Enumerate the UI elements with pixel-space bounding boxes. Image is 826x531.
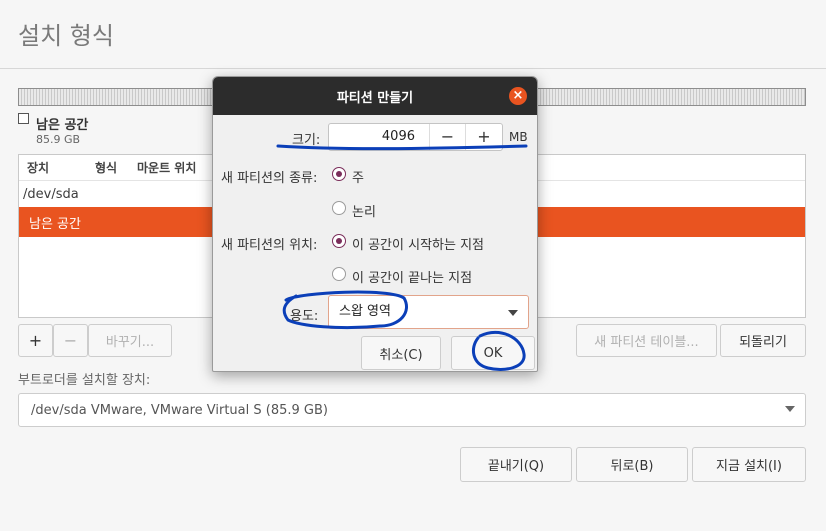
revert-button[interactable]: 되돌리기	[720, 324, 806, 357]
free-space-legend-label: 남은 공간	[36, 118, 89, 133]
radio-location-start[interactable]	[332, 234, 346, 248]
quit-button[interactable]: 끝내기(Q)	[460, 447, 572, 482]
chevron-down-icon	[785, 406, 795, 412]
remove-partition-button[interactable]: −	[53, 324, 88, 357]
increment-button[interactable]: +	[466, 124, 502, 150]
ok-button[interactable]: OK	[451, 336, 535, 370]
add-partition-button[interactable]: +	[18, 324, 53, 357]
cancel-button[interactable]: 취소(C)	[361, 336, 441, 370]
row-device: 남은 공간	[29, 216, 81, 232]
new-partition-table-button[interactable]: 새 파티션 테이블...	[576, 324, 717, 357]
column-header-type[interactable]: 형식	[95, 159, 137, 176]
radio-primary[interactable]	[332, 167, 346, 181]
dialog-title: 파티션 만들기	[336, 90, 414, 106]
radio-location-end-label: 이 공간이 끝나는 지점	[352, 271, 473, 286]
use-as-select[interactable]: 스왑 영역	[328, 295, 529, 329]
create-partition-dialog: 파티션 만들기 × 크기: 4096 − + MB 새 파티션의 종류: 주 논…	[212, 76, 538, 372]
chevron-down-icon	[508, 310, 518, 316]
column-header-device[interactable]: 장치	[27, 159, 95, 176]
decrement-button[interactable]: −	[430, 124, 466, 150]
bootloader-device-value: /dev/sda VMware, VMware Virtual S (85.9 …	[31, 402, 328, 418]
free-space-legend-swatch	[18, 113, 29, 124]
dialog-titlebar: 파티션 만들기 ×	[213, 77, 537, 115]
bootloader-label: 부트로더를 설치할 장치:	[18, 373, 151, 388]
close-icon[interactable]: ×	[509, 87, 527, 105]
radio-primary-label: 주	[352, 171, 364, 186]
size-input[interactable]: 4096	[329, 124, 430, 150]
size-unit: MB	[509, 130, 528, 144]
radio-location-start-label: 이 공간이 시작하는 지점	[352, 238, 484, 253]
row-device: /dev/sda	[23, 186, 79, 202]
partition-location-label: 새 파티션의 위치:	[221, 238, 318, 253]
size-label: 크기:	[292, 133, 321, 148]
use-as-label: 용도:	[290, 309, 319, 324]
free-space-legend-size: 85.9 GB	[36, 133, 81, 146]
size-spinbox[interactable]: 4096 − +	[328, 123, 503, 151]
change-partition-button[interactable]: 바꾸기...	[88, 324, 172, 357]
radio-location-end[interactable]	[332, 267, 346, 281]
bootloader-device-select[interactable]: /dev/sda VMware, VMware Virtual S (85.9 …	[18, 393, 806, 427]
radio-logical[interactable]	[332, 201, 346, 215]
use-as-value: 스왑 영역	[339, 304, 391, 319]
back-button[interactable]: 뒤로(B)	[576, 447, 688, 482]
radio-logical-label: 논리	[352, 205, 376, 220]
install-now-button[interactable]: 지금 설치(I)	[692, 447, 806, 482]
partition-type-label: 새 파티션의 종류:	[221, 171, 318, 186]
title-divider	[0, 68, 826, 69]
page-title: 설치 형식	[18, 22, 114, 50]
